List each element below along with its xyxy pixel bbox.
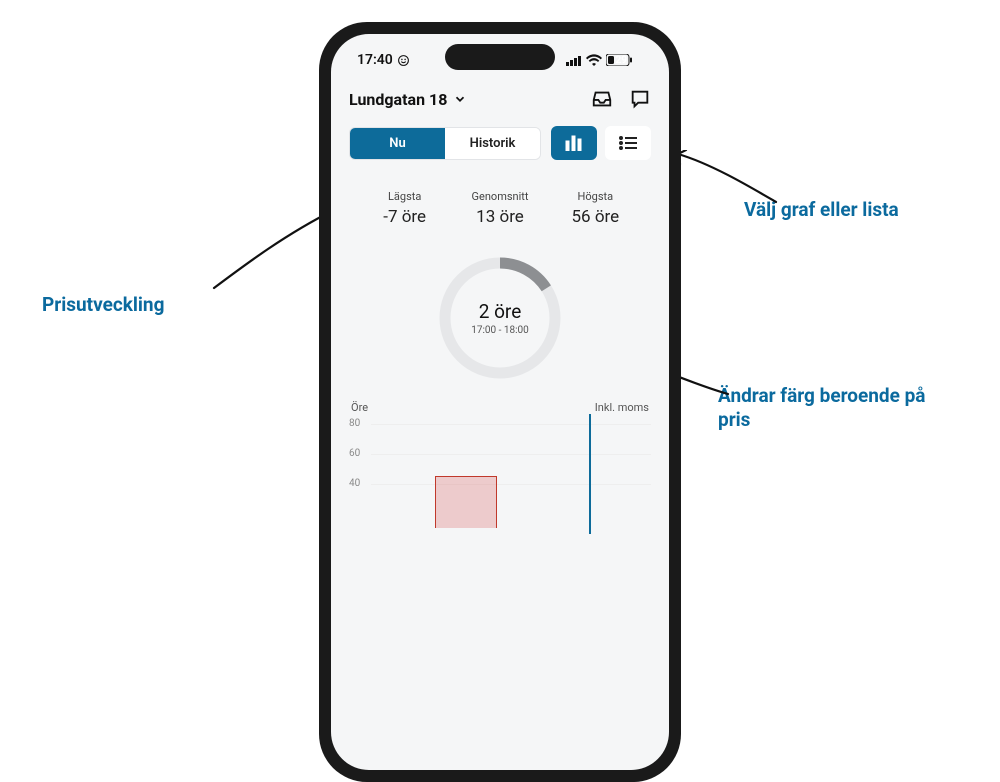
- location-selector[interactable]: Lundgatan 18: [349, 90, 467, 109]
- gauge-price: 2 öre: [479, 300, 522, 323]
- view-graph-button[interactable]: [551, 126, 597, 160]
- stat-highest-label: Högsta: [548, 190, 643, 203]
- price-stats: Lägsta -7 öre Genomsnitt 13 öre Högsta 5…: [331, 170, 669, 235]
- tab-history[interactable]: Historik: [445, 128, 540, 159]
- phone-screen: 17:40 29 Lundgatan 18 Nu: [331, 34, 669, 770]
- view-list-button[interactable]: [605, 126, 651, 160]
- stat-average: Genomsnitt 13 öre: [452, 190, 547, 227]
- inbox-icon[interactable]: [591, 88, 613, 110]
- chart-bars: [435, 476, 497, 528]
- app-header: Lundgatan 18: [331, 78, 669, 122]
- chart-y-label: Öre: [351, 401, 368, 414]
- emoji-icon: [397, 54, 410, 67]
- stat-lowest-value: -7 öre: [357, 207, 452, 227]
- cellular-icon: [566, 55, 582, 66]
- gauge-interval: 17:00 - 18:00: [471, 325, 529, 336]
- y-tick-60: 60: [349, 448, 360, 459]
- view-toggle: [551, 126, 651, 160]
- time-segment: Nu Historik: [349, 127, 541, 160]
- price-gauge: 2 öre 17:00 - 18:00: [435, 253, 565, 383]
- tab-now[interactable]: Nu: [350, 128, 445, 159]
- controls-row: Nu Historik: [331, 122, 669, 170]
- stat-average-value: 13 öre: [452, 207, 547, 227]
- price-chart[interactable]: 80 60 40: [349, 418, 651, 528]
- arrow-to-view-toggle: [672, 150, 782, 210]
- stat-lowest-label: Lägsta: [357, 190, 452, 203]
- stat-highest-value: 56 öre: [548, 207, 643, 227]
- stat-highest: Högsta 56 öre: [548, 190, 643, 227]
- chart-vat-label: Inkl. moms: [595, 401, 649, 414]
- stat-lowest: Lägsta -7 öre: [357, 190, 452, 227]
- stat-average-label: Genomsnitt: [452, 190, 547, 203]
- status-time: 17:40: [357, 52, 393, 68]
- chevron-down-icon: [453, 92, 467, 106]
- bar-chart-icon: [565, 135, 583, 151]
- annotation-price-development: Prisutveckling: [42, 293, 164, 317]
- gauge-container: 2 öre 17:00 - 18:00: [331, 235, 669, 393]
- chart-current-line: [589, 414, 591, 534]
- wifi-icon: [586, 54, 602, 66]
- list-icon: [619, 136, 637, 150]
- chart-block: Öre Inkl. moms 80 60 40: [331, 393, 669, 528]
- y-tick-80: 80: [349, 418, 360, 429]
- y-tick-40: 40: [349, 478, 360, 489]
- annotation-color-changes: Ändrar färg beroende på pris: [718, 384, 928, 432]
- chat-icon[interactable]: [629, 88, 651, 110]
- battery-percent: 29: [616, 55, 627, 66]
- phone-notch: [445, 44, 555, 70]
- location-name: Lundgatan 18: [349, 90, 447, 109]
- phone-frame: 17:40 29 Lundgatan 18 Nu: [319, 22, 681, 782]
